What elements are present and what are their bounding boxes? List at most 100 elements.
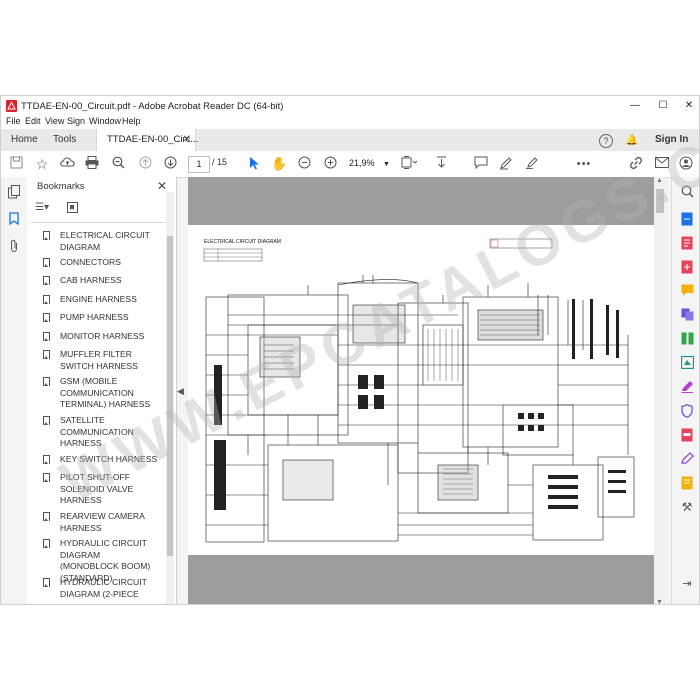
page-number-input[interactable]: 1 [188, 156, 210, 173]
bookmark-label: ENGINE HARNESS [60, 294, 137, 304]
fit-page-icon[interactable] [401, 156, 418, 172]
menu-file[interactable]: File [6, 116, 21, 126]
scroll-down-icon[interactable]: ▼ [656, 599, 663, 604]
tab-document[interactable]: TTDAE-EN-00_Circ... ✕ [96, 129, 198, 152]
bookmark-icon [43, 578, 50, 587]
tab-bar: Home Tools TTDAE-EN-00_Circ... ✕ ? 🔔 Sig… [1, 129, 699, 152]
collapse-panel-icon[interactable]: ◀ [177, 386, 184, 397]
pdf-page: ELECTRICAL CIRCUIT DIAGRAM [188, 225, 654, 555]
previous-page-icon[interactable] [137, 156, 153, 172]
document-scrollbar-thumb[interactable] [656, 189, 664, 213]
fill-sign-icon[interactable] [680, 380, 694, 394]
combine-files-icon[interactable] [680, 308, 694, 322]
edit-pdf-icon[interactable] [680, 236, 694, 250]
collapse-tools-icon[interactable]: ⇥ [680, 577, 694, 591]
bookmark-options-icon[interactable]: ☰▾ [35, 202, 49, 213]
bookmark-item[interactable]: CONNECTORS [43, 257, 161, 269]
menu-edit[interactable]: Edit [25, 116, 41, 126]
bookmark-item[interactable]: ELECTRICAL CIRCUIT DIAGRAM [43, 230, 161, 253]
zoom-level-dropdown[interactable]: 21,9% ▼ [349, 156, 391, 171]
select-cursor-icon[interactable] [246, 156, 262, 172]
tab-tools[interactable]: Tools [53, 129, 76, 151]
maximize-button[interactable]: ☐ [649, 98, 677, 114]
bookmark-label: GSM (MOBILE COMMUNICATION TERMINAL) HARN… [60, 376, 151, 410]
link-icon[interactable] [628, 156, 644, 172]
highlight-pen-icon[interactable] [498, 156, 514, 172]
bookmark-icon [43, 416, 50, 425]
document-view[interactable]: ELECTRICAL CIRCUIT DIAGRAM [188, 177, 654, 604]
bookmark-label: MUFFLER FILTER SWITCH HARNESS [60, 349, 138, 371]
zoom-in-icon[interactable] [322, 156, 338, 172]
organize-pages-icon[interactable] [680, 332, 694, 346]
bookmark-icon [43, 258, 50, 267]
stamp-icon[interactable] [680, 476, 694, 490]
sign-pen-icon[interactable] [524, 156, 540, 172]
next-page-icon[interactable] [162, 156, 178, 172]
print-icon[interactable] [84, 156, 100, 172]
send-for-signature-icon[interactable] [680, 452, 694, 466]
zoom-search-icon[interactable] [110, 156, 126, 172]
document-scrollbar[interactable]: ▲ ▼ [654, 177, 666, 604]
bookmark-item[interactable]: PUMP HARNESS [43, 312, 161, 324]
page-thumbnails-icon[interactable] [6, 185, 22, 201]
email-icon[interactable] [654, 156, 670, 172]
circuit-diagram [203, 238, 635, 543]
scroll-mode-icon[interactable] [433, 156, 449, 172]
bookmarks-header: Bookmarks [37, 181, 85, 192]
comment-tool-icon[interactable] [680, 284, 694, 298]
bookmark-icon [43, 512, 50, 521]
bookmark-item[interactable]: MUFFLER FILTER SWITCH HARNESS [43, 349, 161, 372]
bookmark-item[interactable]: REARVIEW CAMERA HARNESS [43, 511, 161, 534]
enhance-scan-icon[interactable] [680, 355, 694, 370]
bookmark-item[interactable]: KEY SWITCH HARNESS [43, 454, 161, 466]
menu-help[interactable]: Help [122, 116, 141, 126]
bookmarks-close-icon[interactable]: ✕ [157, 179, 167, 193]
acrobat-app-icon [6, 100, 17, 112]
redact-icon[interactable] [680, 428, 694, 442]
zoom-out-icon[interactable] [296, 156, 312, 172]
new-bookmark-icon[interactable] [67, 202, 79, 217]
comment-icon[interactable] [473, 156, 489, 172]
scroll-up-icon[interactable]: ▲ [656, 177, 663, 184]
help-icon[interactable]: ? [599, 134, 613, 148]
bookmark-icon [43, 231, 50, 240]
hand-tool-icon[interactable]: ✋ [271, 156, 287, 172]
bookmark-item[interactable]: CAB HARNESS [43, 275, 161, 287]
bookmark-item[interactable]: GSM (MOBILE COMMUNICATION TERMINAL) HARN… [43, 376, 161, 411]
export-pdf-icon[interactable] [680, 212, 694, 226]
bookmark-item[interactable]: PILOT SHUT-OFF SOLENOID VALVE HARNESS [43, 472, 161, 507]
bookmark-item[interactable]: SATELLITE COMMUNICATION HARNESS [43, 415, 161, 450]
tab-close-icon[interactable]: ✕ [183, 129, 191, 151]
bookmark-item[interactable]: MONITOR HARNESS [43, 331, 161, 343]
close-window-button[interactable]: ✕ [675, 98, 699, 114]
minimize-button[interactable]: — [621, 98, 649, 114]
profile-icon[interactable] [678, 156, 694, 172]
create-pdf-icon[interactable] [680, 260, 694, 274]
bookmark-label: REARVIEW CAMERA HARNESS [60, 511, 145, 533]
bookmark-label: CONNECTORS [60, 257, 121, 267]
sign-in-button[interactable]: Sign In [655, 129, 688, 151]
bell-icon[interactable]: 🔔 [624, 133, 640, 149]
bookmark-item[interactable]: ENGINE HARNESS [43, 294, 161, 306]
protect-shield-icon[interactable] [680, 404, 694, 418]
upload-cloud-icon[interactable] [59, 156, 75, 172]
bookmarks-scrollbar-thumb[interactable] [167, 236, 173, 556]
bookmarks-panel-icon[interactable] [6, 212, 22, 228]
menu-sign[interactable]: Sign [67, 116, 85, 126]
bookmarks-scrollbar[interactable] [166, 192, 174, 604]
menu-window[interactable]: Window [89, 116, 121, 126]
menu-bar: File Edit View Sign Window Help [1, 116, 699, 129]
menu-view[interactable]: View [45, 116, 64, 126]
zoom-level-value: 21,9% [349, 158, 375, 168]
more-tools-icon[interactable]: ••• [576, 156, 592, 172]
search-icon[interactable] [680, 185, 694, 199]
bookmark-item[interactable]: HYDRAULIC CIRCUIT DIAGRAM (2-PIECE [43, 577, 161, 600]
more-tools-wrench-icon[interactable]: ⚒ [680, 500, 694, 514]
tab-home[interactable]: Home [11, 129, 38, 151]
star-icon[interactable]: ☆ [34, 156, 50, 172]
bookmarks-divider [31, 222, 169, 223]
bookmark-icon [43, 473, 50, 482]
attachment-icon[interactable] [6, 239, 22, 255]
page-total: / 15 [212, 157, 228, 167]
save-icon[interactable] [8, 156, 24, 172]
